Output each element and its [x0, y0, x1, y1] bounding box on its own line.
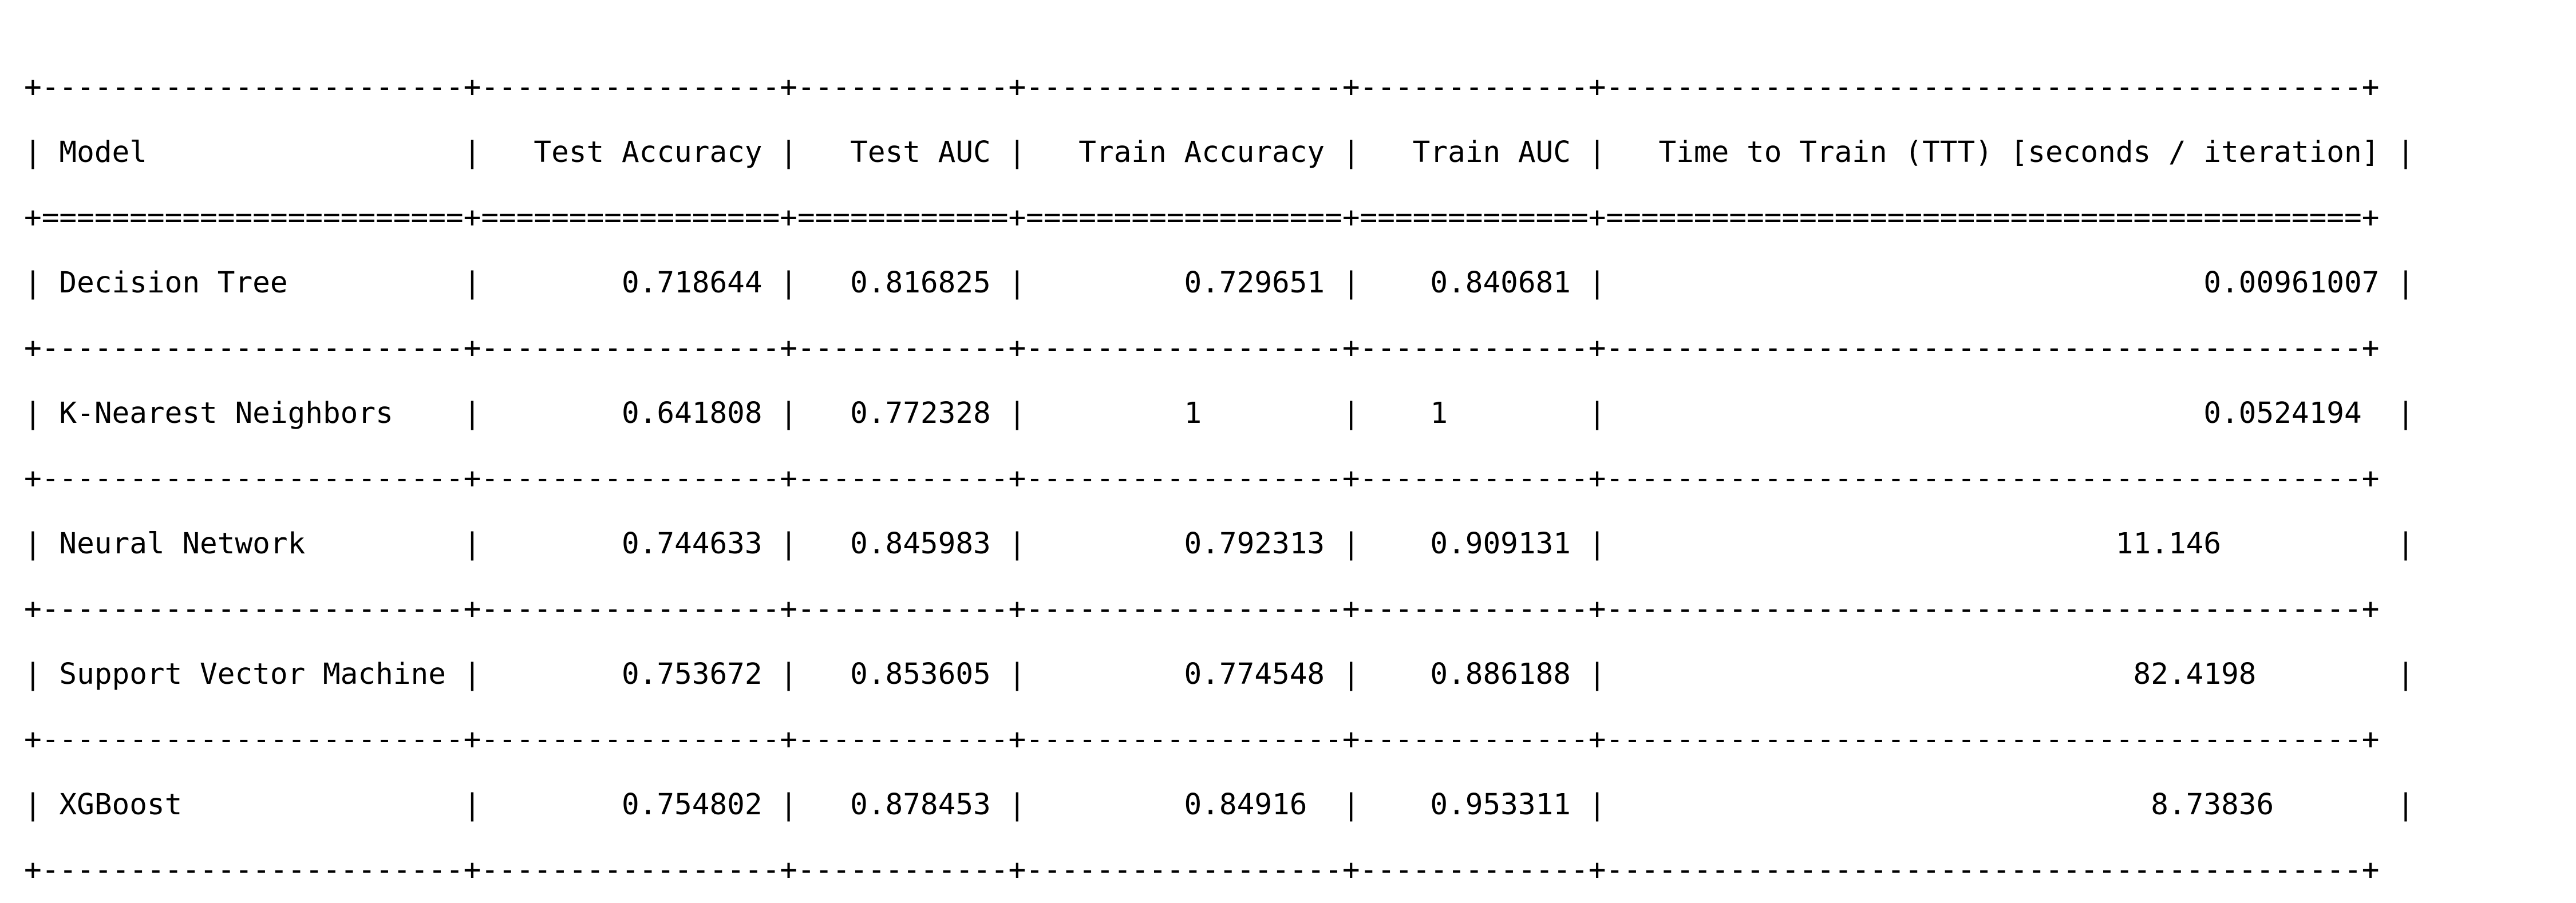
table-header-separator: +========================+==============…: [24, 201, 2380, 235]
table-bottom-border: +------------------------+--------------…: [24, 853, 2380, 887]
table-row-border: +------------------------+--------------…: [24, 331, 2380, 365]
table-row-decision-tree: | Decision Tree | 0.718644 | 0.816825 | …: [24, 266, 2415, 300]
table-row-xgboost: | XGBoost | 0.754802 | 0.878453 | 0.8491…: [24, 788, 2415, 822]
table-row-neural-network: | Neural Network | 0.744633 | 0.845983 |…: [24, 527, 2415, 561]
table-top-border: +------------------------+--------------…: [24, 70, 2380, 104]
table-row-support-vector-machine: | Support Vector Machine | 0.753672 | 0.…: [24, 658, 2415, 691]
table-row-border: +------------------------+--------------…: [24, 592, 2380, 626]
model-comparison-table: +------------------------+--------------…: [24, 55, 2415, 903]
table-row-border: +------------------------+--------------…: [24, 723, 2380, 757]
table-row-border: +------------------------+--------------…: [24, 462, 2380, 496]
table-row-k-nearest-neighbors: | K-Nearest Neighbors | 0.641808 | 0.772…: [24, 397, 2415, 430]
table-header-row: | Model | Test Accuracy | Test AUC | Tra…: [24, 136, 2415, 169]
